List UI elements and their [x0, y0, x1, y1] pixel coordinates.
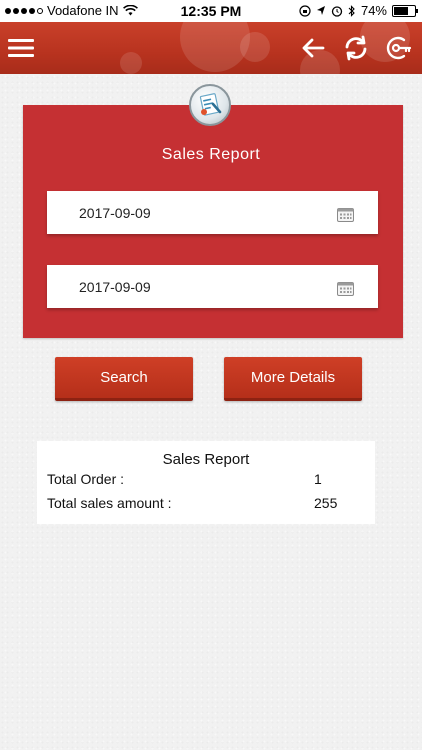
sales-summary-panel: Sales Report Total Order : 1 Total sales… — [37, 441, 375, 524]
total-order-label: Total Order : — [47, 471, 125, 487]
menu-button[interactable] — [3, 30, 39, 66]
refresh-button[interactable] — [338, 30, 374, 66]
more-details-button[interactable]: More Details — [224, 357, 362, 401]
app-header — [0, 22, 422, 74]
hamburger-menu-icon — [8, 39, 34, 57]
report-title: Sales Report — [161, 146, 261, 163]
total-order-value: 1 — [314, 471, 322, 487]
calendar-icon[interactable] — [337, 281, 354, 296]
battery-icon — [392, 4, 418, 17]
orientation-lock-icon — [299, 4, 311, 17]
status-bar: Vodafone IN 12:35 PM 74% — [0, 0, 422, 22]
to-date-field[interactable]: 2017-09-09 — [47, 265, 378, 308]
summary-title: Sales Report — [162, 451, 250, 468]
to-date-value: 2017-09-09 — [79, 278, 151, 295]
alarm-icon — [331, 5, 343, 17]
location-icon — [316, 6, 325, 15]
total-sales-value: 255 — [314, 495, 338, 511]
from-date-field[interactable]: 2017-09-09 — [47, 191, 378, 234]
refresh-icon — [345, 35, 367, 61]
logout-key-icon — [386, 36, 412, 60]
report-logo-icon — [189, 84, 231, 126]
status-right: 74% — [299, 3, 418, 18]
back-button[interactable] — [295, 30, 331, 66]
back-arrow-icon — [302, 38, 325, 58]
bluetooth-icon — [348, 4, 355, 17]
battery-percent: 74% — [360, 3, 387, 18]
calendar-icon[interactable] — [337, 207, 354, 222]
logout-button[interactable] — [381, 30, 417, 66]
search-button[interactable]: Search — [55, 357, 193, 401]
total-sales-label: Total sales amount : — [47, 495, 172, 511]
from-date-value: 2017-09-09 — [79, 204, 151, 221]
